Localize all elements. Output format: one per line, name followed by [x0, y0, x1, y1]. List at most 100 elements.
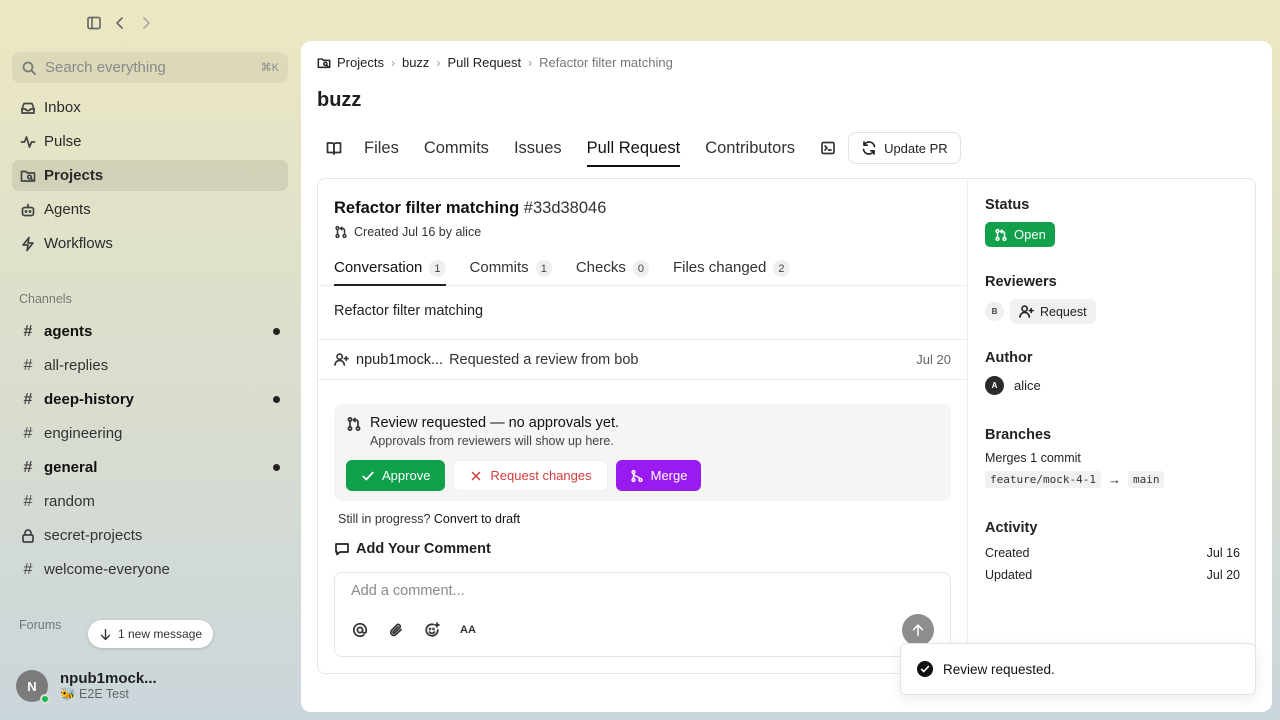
subtab-label: Conversation — [334, 259, 423, 276]
forums-heading: Forums — [19, 618, 62, 632]
tab-files[interactable]: Files — [364, 130, 399, 166]
search-input[interactable]: Search everything ⌘K — [12, 52, 288, 83]
request-label: Request — [1040, 304, 1087, 319]
pr-meta: Created Jul 16 by alice — [334, 225, 481, 239]
sidebar-item-projects[interactable]: Projects — [12, 160, 288, 191]
forward-icon[interactable] — [138, 14, 154, 32]
count-badge: 1 — [429, 260, 446, 277]
author-row[interactable]: A alice — [985, 376, 1041, 395]
channel-all-replies[interactable]: # all-replies — [12, 350, 288, 381]
projects-icon — [317, 56, 337, 70]
subtab-label: Files changed — [672, 259, 767, 276]
repo-tabs: Files Commits Issues Pull Request Contri… — [317, 130, 961, 167]
breadcrumb-current: Refactor filter matching — [539, 55, 673, 70]
composer-toolbar: AA — [351, 621, 477, 639]
channel-agents[interactable]: # agents — [12, 316, 288, 347]
avatar: N — [16, 670, 50, 704]
event-text: Requested a review from bob — [449, 351, 639, 368]
channels-heading: Channels — [19, 292, 72, 306]
update-pr-button[interactable]: Update PR — [848, 132, 961, 164]
back-icon[interactable] — [112, 14, 128, 32]
sidebar-nav: Inbox Pulse Projects Agents Workflows — [12, 92, 288, 262]
hash-icon: # — [23, 424, 33, 442]
lightning-icon — [20, 236, 44, 252]
channel-name: engineering — [44, 425, 123, 442]
tab-conversation[interactable]: Conversation 1 — [334, 255, 446, 286]
terminal-icon[interactable] — [820, 140, 836, 156]
convert-to-draft-link[interactable]: Convert to draft — [434, 512, 520, 526]
sidebar-toggle-icon[interactable] — [86, 14, 102, 32]
search-icon — [21, 60, 37, 76]
emoji-add-icon[interactable] — [423, 621, 441, 639]
sidebar-item-workflows[interactable]: Workflows — [12, 228, 288, 259]
mention-icon[interactable] — [351, 621, 369, 639]
branch-row: feature/mock-4-1 → main — [985, 471, 1165, 488]
channel-general[interactable]: # general — [12, 452, 288, 483]
search-shortcut: ⌘K — [260, 62, 279, 74]
tab-issues[interactable]: Issues — [514, 130, 562, 166]
reviewer-avatar[interactable]: B — [985, 302, 1004, 321]
chevron-right-icon: › — [528, 55, 533, 70]
close-icon — [469, 469, 483, 483]
toast-message: Review requested. — [943, 661, 1055, 677]
pr-hash: #33d38046 — [523, 199, 607, 217]
channel-name: all-replies — [44, 357, 109, 374]
sidebar-item-agents[interactable]: Agents — [12, 194, 288, 225]
comment-composer[interactable]: Add a comment... AA — [334, 572, 951, 657]
refresh-icon — [861, 140, 877, 156]
channel-random[interactable]: # random — [12, 486, 288, 517]
sidebar-item-inbox[interactable]: Inbox — [12, 92, 288, 123]
tab-commits[interactable]: Commits — [424, 130, 489, 166]
comment-heading: Add Your Comment — [334, 541, 491, 557]
chevron-right-icon: › — [390, 55, 395, 70]
channel-name: random — [44, 493, 95, 510]
status-text: Open — [1014, 227, 1046, 242]
text-format-icon[interactable]: AA — [459, 621, 477, 639]
tab-pull-request[interactable]: Pull Request — [586, 130, 680, 167]
tab-files-changed[interactable]: Files changed 2 — [673, 255, 790, 286]
comment-heading-text: Add Your Comment — [356, 541, 491, 557]
tab-checks[interactable]: Checks 0 — [576, 255, 649, 286]
approve-button[interactable]: Approve — [346, 460, 446, 491]
tab-contributors[interactable]: Contributors — [705, 130, 795, 166]
arrow-up-icon — [911, 623, 925, 637]
channel-engineering[interactable]: # engineering — [12, 418, 288, 449]
created-date: Jul 16 — [1206, 546, 1240, 560]
check-circle-icon — [917, 661, 933, 677]
channel-deep-history[interactable]: # deep-history — [12, 384, 288, 415]
send-button[interactable] — [902, 614, 934, 646]
breadcrumb-pull-request[interactable]: Pull Request — [447, 55, 521, 70]
hash-icon: # — [23, 458, 33, 476]
sidebar-item-label: Workflows — [44, 235, 113, 252]
unread-dot — [273, 464, 280, 471]
new-message-pill[interactable]: 1 new message — [88, 620, 214, 648]
draft-hint: Still in progress? Convert to draft — [338, 512, 520, 526]
channel-secret-projects[interactable]: secret-projects — [12, 520, 288, 551]
sidebar-item-label: Projects — [44, 167, 104, 184]
sidebar-item-label: Inbox — [44, 99, 81, 116]
merge-button[interactable]: Merge — [615, 460, 702, 491]
channel-name: general — [44, 459, 98, 476]
channel-welcome-everyone[interactable]: # welcome-everyone — [12, 554, 288, 585]
pr-description: Refactor filter matching — [334, 303, 484, 319]
updated-label: Updated — [985, 568, 1033, 582]
user-plus-icon — [334, 352, 356, 367]
sidebar-item-label: Pulse — [44, 133, 82, 150]
merge-summary: Merges 1 commit — [985, 451, 1081, 465]
request-review-button[interactable]: Request — [1010, 299, 1096, 324]
event-actor[interactable]: npub1mock... — [356, 352, 443, 368]
new-message-label: 1 new message — [118, 627, 203, 641]
current-user[interactable]: N npub1mock... 🐝 E2E Test — [16, 670, 157, 704]
tab-commits-pr[interactable]: Commits 1 — [470, 255, 552, 286]
breadcrumb-repo[interactable]: buzz — [402, 55, 429, 70]
paperclip-icon[interactable] — [387, 621, 405, 639]
book-icon[interactable] — [326, 140, 342, 156]
timeline-event: npub1mock... Requested a review from bob… — [318, 339, 967, 380]
request-changes-button[interactable]: Request changes — [453, 460, 608, 491]
breadcrumb-projects[interactable]: Projects — [337, 55, 384, 70]
channel-list: # agents # all-replies # deep-history # engi… — [12, 316, 288, 588]
channel-name: agents — [44, 323, 93, 340]
comment-input[interactable]: Add a comment... — [351, 583, 465, 599]
sidebar-item-pulse[interactable]: Pulse — [12, 126, 288, 157]
review-status-box: Review requested — no approvals yet. App… — [334, 404, 951, 501]
